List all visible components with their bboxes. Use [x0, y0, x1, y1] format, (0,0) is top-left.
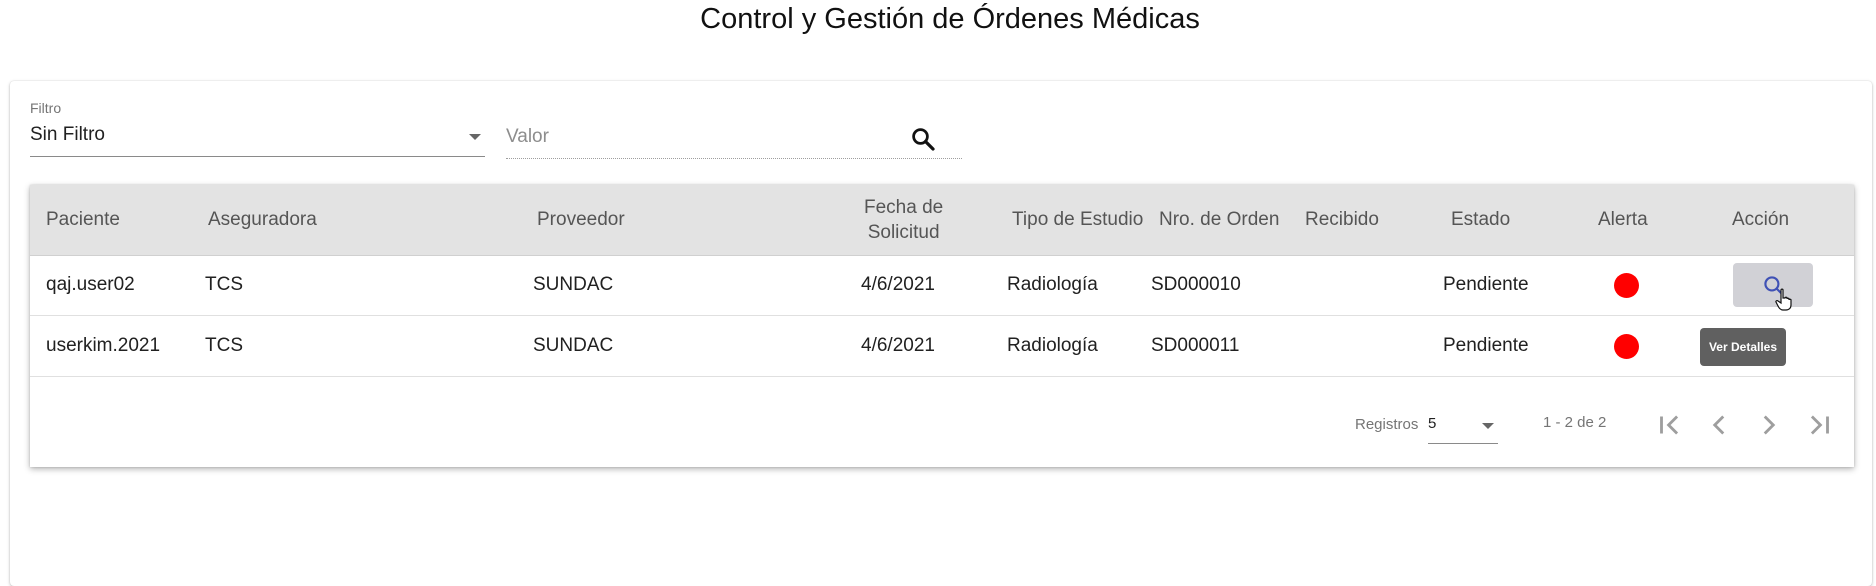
hand-pointer-icon: [1775, 288, 1792, 311]
column-header-fecha-line2: Solicitud: [867, 222, 940, 243]
column-header-paciente[interactable]: Paciente: [46, 185, 120, 255]
cell-paciente: userkim.2021: [46, 335, 161, 356]
column-header-alerta: Alerta: [1598, 209, 1648, 230]
column-header-proveedor[interactable]: Proveedor: [537, 185, 625, 255]
cell-proveedor: SUNDAC: [533, 335, 614, 356]
table-header: Paciente Aseguradora Proveedor Fecha de …: [30, 185, 1854, 256]
filter-label: Filtro: [30, 100, 62, 116]
pagination-range: 1 - 2 de 2: [1543, 414, 1607, 431]
page-size-value: 5: [1428, 415, 1437, 432]
page-title: Control y Gestión de Órdenes Médicas: [700, 3, 1200, 35]
previous-page-icon[interactable]: [1702, 408, 1736, 442]
column-header-estado[interactable]: Estado: [1451, 185, 1510, 255]
chevron-down-icon: [1482, 423, 1494, 429]
cell-aseguradora: TCS: [205, 335, 243, 356]
cell-tipo: Radiología: [1007, 274, 1098, 295]
chevron-down-icon: [469, 134, 481, 140]
filter-selected-value: Sin Filtro: [30, 124, 105, 145]
alert-indicator: [1614, 273, 1639, 298]
value-input[interactable]: [506, 120, 906, 154]
page-size-label: Registros: [1355, 416, 1419, 433]
table-row[interactable]: userkim.2021 TCS SUNDAC 4/6/2021 Radiolo…: [30, 316, 1854, 377]
cell-paciente: qaj.user02: [46, 274, 135, 295]
column-header-recibido[interactable]: Recibido: [1305, 185, 1379, 255]
cell-tipo: Radiología: [1007, 335, 1098, 356]
column-header-accion: Acción: [1732, 209, 1790, 230]
value-field: [506, 120, 962, 159]
first-page-icon[interactable]: [1653, 408, 1687, 442]
cell-estado: Pendiente: [1443, 274, 1529, 295]
table-row[interactable]: qaj.user02 TCS SUNDAC 4/6/2021 Radiologí…: [30, 255, 1854, 316]
cell-estado: Pendiente: [1443, 335, 1529, 356]
column-header-orden[interactable]: Nro. de Orden: [1159, 185, 1279, 255]
filter-select[interactable]: Filtro Sin Filtro: [30, 100, 485, 157]
alert-indicator: [1614, 334, 1639, 359]
column-header-aseguradora[interactable]: Aseguradora: [208, 185, 317, 255]
last-page-icon[interactable]: [1802, 408, 1836, 442]
cell-orden: SD000010: [1151, 274, 1241, 295]
page-size-select[interactable]: 5: [1428, 415, 1498, 444]
view-details-button[interactable]: [1733, 263, 1813, 307]
cell-aseguradora: TCS: [205, 274, 243, 295]
column-header-fecha-line1: Fecha de: [864, 197, 944, 218]
cell-proveedor: SUNDAC: [533, 274, 614, 295]
column-header-tipo[interactable]: Tipo de Estudio: [1012, 185, 1143, 255]
view-details-tooltip: Ver Detalles: [1700, 328, 1786, 366]
cell-fecha: 4/6/2021: [861, 335, 935, 356]
cell-fecha: 4/6/2021: [861, 274, 935, 295]
cell-orden: SD000011: [1151, 335, 1240, 356]
column-header-fecha[interactable]: Fecha de Solicitud: [864, 195, 943, 245]
next-page-icon[interactable]: [1752, 408, 1786, 442]
search-icon[interactable]: [908, 124, 938, 154]
